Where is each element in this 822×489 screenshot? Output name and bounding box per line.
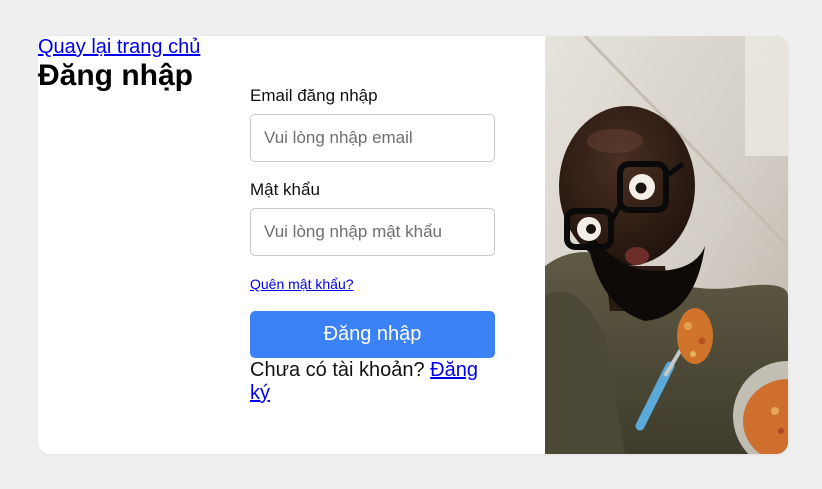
- password-field[interactable]: [250, 208, 495, 256]
- signup-prompt-text: Chưa có tài khoản?: [250, 359, 425, 381]
- password-label: Mật khẩu: [250, 180, 320, 199]
- hero-photo: [545, 36, 788, 454]
- page-title: Đăng nhập: [38, 59, 193, 92]
- login-form: Email đăng nhập Mật khẩu Quên mật khẩu? …: [250, 86, 495, 405]
- back-to-home-link[interactable]: Quay lại trang chủ: [38, 36, 200, 58]
- signup-prompt-line: Chưa có tài khoản? Đăng ký: [250, 359, 495, 405]
- email-label: Email đăng nhập: [250, 86, 378, 105]
- login-button[interactable]: Đăng nhập: [250, 311, 495, 358]
- forgot-password-link[interactable]: Quên mật khẩu?: [250, 276, 354, 292]
- email-field[interactable]: [250, 114, 495, 162]
- login-card: Quay lại trang chủ Đăng nhập Email đăng …: [38, 36, 788, 454]
